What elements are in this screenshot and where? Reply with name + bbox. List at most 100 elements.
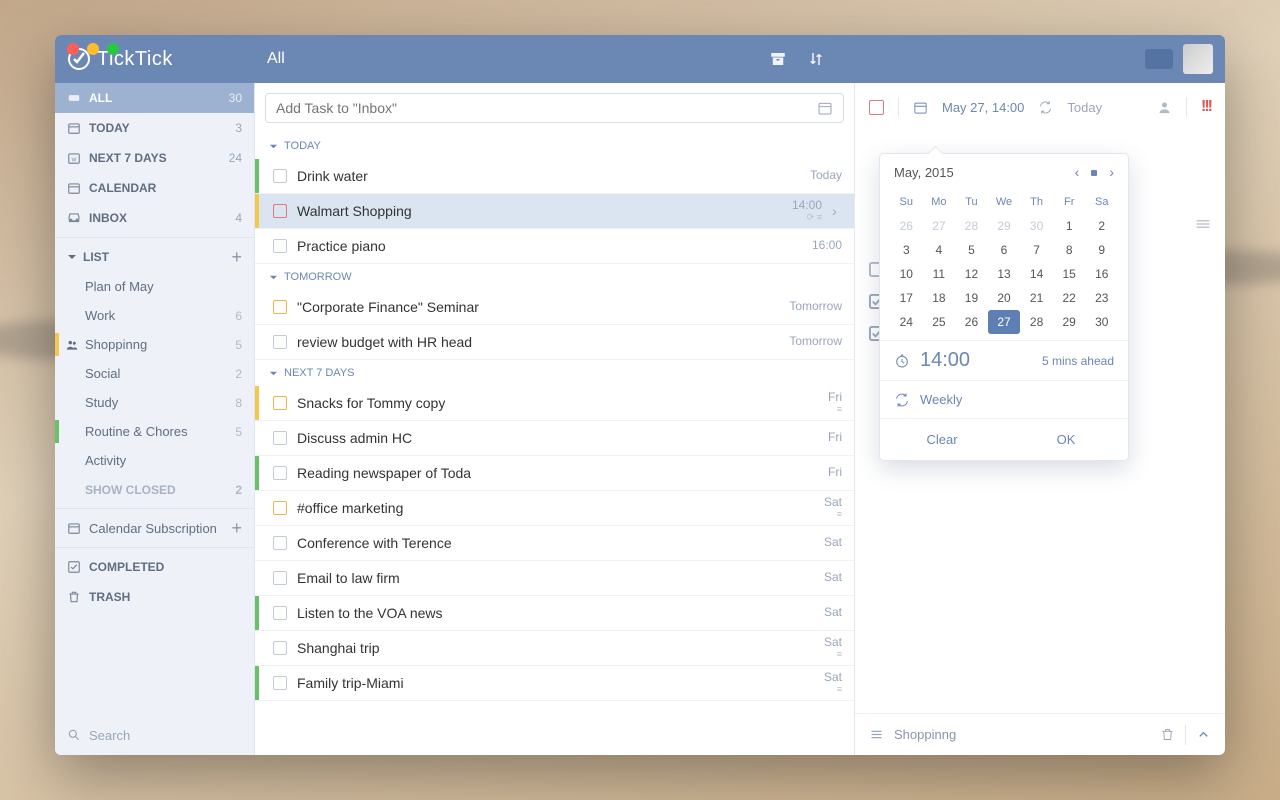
calendar-day[interactable]: 17 [890,286,923,310]
task-checkbox[interactable] [869,100,884,115]
today-button[interactable] [1091,164,1097,180]
calendar-day[interactable]: 4 [923,238,956,262]
task-checkbox[interactable] [273,641,287,655]
calendar-day[interactable]: 26 [890,214,923,238]
task-row[interactable]: Walmart Shopping 14:00⟳ ≡› [255,194,854,229]
calendar-day[interactable]: 26 [955,310,988,334]
calendar-day[interactable]: 20 [988,286,1021,310]
task-row[interactable]: "Corporate Finance" Seminar Tomorrow [255,290,854,325]
task-checkbox[interactable] [273,396,287,410]
calendar-day[interactable]: 16 [1085,262,1118,286]
assignee-icon[interactable] [1157,100,1172,115]
task-row[interactable]: #office marketing Sat≡ [255,491,854,526]
calendar-day[interactable]: 21 [1020,286,1053,310]
detail-list-name[interactable]: Shoppinng [894,727,956,742]
calendar-day[interactable]: 30 [1020,214,1053,238]
task-checkbox[interactable] [273,239,287,253]
sidebar-list-activity[interactable]: Activity [55,446,254,475]
task-checkbox[interactable] [273,300,287,314]
sort-icon[interactable] [807,50,825,68]
add-task-input[interactable] [265,93,844,123]
add-cal-sub-button[interactable]: + [231,518,242,539]
calendar-subscription[interactable]: Calendar Subscription + [55,513,254,543]
zoom-window-button[interactable] [107,43,119,55]
sidebar-item-calendar[interactable]: CALENDAR [55,173,254,203]
task-checkbox[interactable] [273,169,287,183]
calendar-day[interactable]: 28 [1020,310,1053,334]
task-checkbox[interactable] [273,571,287,585]
calendar-day[interactable]: 2 [1085,214,1118,238]
sidebar-search[interactable]: Search [55,715,254,755]
sidebar-list-work[interactable]: Work6 [55,301,254,330]
task-row[interactable]: Snacks for Tommy copy Fri≡ [255,386,854,421]
calendar-day[interactable]: 6 [988,238,1021,262]
task-checkbox[interactable] [273,204,287,218]
calendar-day[interactable]: 18 [923,286,956,310]
sidebar-trash[interactable]: TRASH [55,582,254,612]
task-checkbox[interactable] [273,606,287,620]
calendar-icon[interactable] [913,100,928,115]
archive-icon[interactable] [769,50,787,68]
task-row[interactable]: review budget with HR head Tomorrow [255,325,854,360]
calendar-day[interactable]: 27 [923,214,956,238]
task-row[interactable]: Reading newspaper of Toda Fri [255,456,854,491]
calendar-day[interactable]: 22 [1053,286,1086,310]
sidebar-list-plan-of-may[interactable]: Plan of May [55,272,254,301]
picker-time-row[interactable]: 14:00 5 mins ahead [880,340,1128,380]
list-section-header[interactable]: LIST + [55,242,254,272]
calendar-day[interactable]: 7 [1020,238,1053,262]
section-header[interactable]: NEXT 7 DAYS [255,360,854,386]
calendar-day[interactable]: 15 [1053,262,1086,286]
task-row[interactable]: Listen to the VOA news Sat [255,596,854,631]
avatar[interactable] [1183,44,1213,74]
section-header[interactable]: TOMORROW [255,264,854,290]
calendar-day[interactable]: 23 [1085,286,1118,310]
add-list-button[interactable]: + [231,247,242,268]
picker-reminder-hint[interactable]: 5 mins ahead [1042,354,1114,368]
task-row[interactable]: Drink water Today [255,159,854,194]
calendar-day[interactable]: 8 [1053,238,1086,262]
priority-indicator[interactable]: !!! [1201,98,1211,116]
show-closed-button[interactable]: SHOW CLOSED 2 [55,475,254,504]
calendar-day[interactable]: 28 [955,214,988,238]
add-task-field[interactable] [276,100,817,116]
task-checkbox[interactable] [273,536,287,550]
trash-icon[interactable] [1160,727,1175,742]
calendar-day[interactable]: 5 [955,238,988,262]
sidebar-item-inbox[interactable]: INBOX4 [55,203,254,233]
task-checkbox[interactable] [273,335,287,349]
calendar-day[interactable]: 24 [890,310,923,334]
task-row[interactable]: Shanghai trip Sat≡ [255,631,854,666]
ok-button[interactable]: OK [1004,419,1128,460]
calendar-day[interactable]: 11 [923,262,956,286]
more-icon[interactable] [1195,217,1211,235]
task-row[interactable]: Discuss admin HC Fri [255,421,854,456]
calendar-day[interactable]: 14 [1020,262,1053,286]
calendar-day[interactable]: 19 [955,286,988,310]
task-date-label[interactable]: May 27, 14:00 [942,100,1024,115]
prev-month-button[interactable]: ‹ [1075,164,1080,180]
next-month-button[interactable]: › [1109,164,1114,180]
clear-button[interactable]: Clear [880,419,1004,460]
calendar-day[interactable]: 25 [923,310,956,334]
chevron-up-icon[interactable] [1196,727,1211,742]
sidebar-completed[interactable]: COMPLETED [55,552,254,582]
calendar-day[interactable]: 10 [890,262,923,286]
sidebar-item-today[interactable]: TODAY3 [55,113,254,143]
minimize-window-button[interactable] [87,43,99,55]
sidebar-list-study[interactable]: Study8 [55,388,254,417]
calendar-day[interactable]: 3 [890,238,923,262]
task-row[interactable]: Practice piano 16:00 [255,229,854,264]
task-checkbox[interactable] [273,676,287,690]
sidebar-list-social[interactable]: Social2 [55,359,254,388]
sidebar-list-shoppinng[interactable]: Shoppinng5 [55,330,254,359]
task-row[interactable]: Conference with Terence Sat [255,526,854,561]
task-row[interactable]: Email to law firm Sat [255,561,854,596]
calendar-day[interactable]: 29 [1053,310,1086,334]
picker-repeat-row[interactable]: Weekly [880,380,1128,418]
sidebar-item-all[interactable]: ALL30 [55,83,254,113]
calendar-day[interactable]: 30 [1085,310,1118,334]
repeat-icon[interactable] [1038,100,1053,115]
calendar-day[interactable]: 9 [1085,238,1118,262]
sidebar-item-next-7-days[interactable]: WNEXT 7 DAYS24 [55,143,254,173]
